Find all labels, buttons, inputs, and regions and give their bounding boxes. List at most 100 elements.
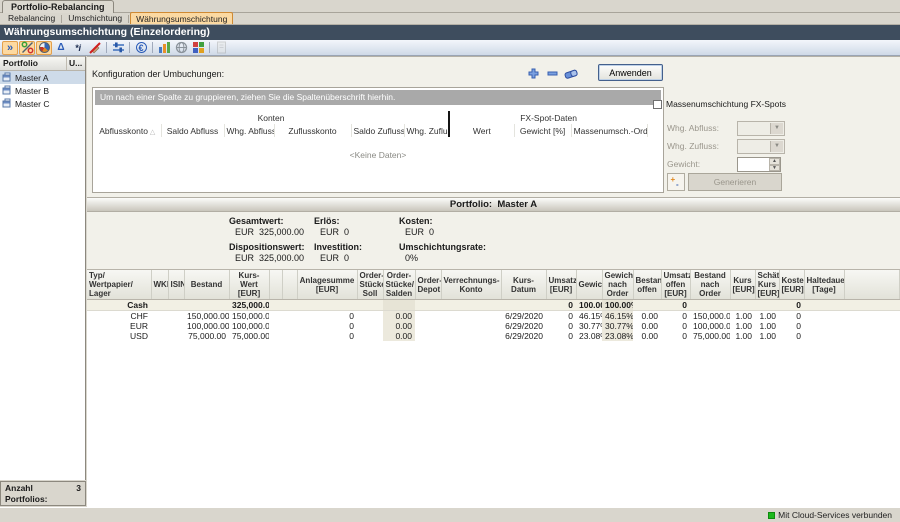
cell-22 xyxy=(804,321,844,331)
cell-9: 0.00 xyxy=(383,311,415,322)
cell-21: 0 xyxy=(779,311,804,322)
pos-col-kosten-eur[interactable]: Kosten[EUR] xyxy=(779,270,804,300)
config-col-saldo-zufluss[interactable]: Saldo Zufluss xyxy=(351,124,404,137)
cell-14: 23.08% xyxy=(576,331,602,341)
eraser-icon[interactable] xyxy=(563,66,579,80)
sort-asc-icon: △ xyxy=(148,129,155,136)
config-header-row: Abflusskonto △Saldo AbflussWhg. AbflussZ… xyxy=(94,124,662,137)
tab-umschichtung[interactable]: Umschichtung xyxy=(63,13,127,24)
config-col-whg-zufluss[interactable]: Whg. Zufluss xyxy=(404,124,449,137)
grid-colors-icon[interactable] xyxy=(190,41,206,55)
summary-erl-s: Erlös:EUR 0 xyxy=(314,216,399,242)
rebalance-icon[interactable] xyxy=(19,41,35,55)
cell-17: 0 xyxy=(661,321,690,331)
pos-col-bestand-offen[interactable]: Bestandoffen xyxy=(633,270,661,300)
globe-icon[interactable] xyxy=(173,41,189,55)
portfolio-list: Master AMaster BMaster C xyxy=(0,71,85,110)
pos-col-sch-tz-kurs-eur[interactable]: Schätz-Kurs[EUR] xyxy=(755,270,779,300)
cell-20: 1.00 xyxy=(755,321,779,331)
config-col-zuflusskonto[interactable]: Zuflusskonto xyxy=(274,124,351,137)
cell-2 xyxy=(168,300,184,311)
config-col-whg-abfluss[interactable]: Whg. Abfluss xyxy=(224,124,274,137)
pos-col-verrechnungs-konto[interactable]: Verrechnungs-Konto xyxy=(441,270,501,300)
cell-15: 46.15% xyxy=(602,311,633,322)
pos-col-kurs-datum[interactable]: Kurs-Datum xyxy=(501,270,546,300)
pos-col-order-depot[interactable]: Order-Depot xyxy=(415,270,441,300)
config-col-saldo-abfluss[interactable]: Saldo Abfluss xyxy=(161,124,224,137)
pos-col-bestand[interactable]: Bestand xyxy=(184,270,229,300)
cell-21: 0 xyxy=(779,331,804,341)
pos-col-order-st-cke-soll[interactable]: Order-StückeSoll xyxy=(357,270,383,300)
config-table: KontenFX-Spot-DatenAbflusskonto △Saldo A… xyxy=(94,111,662,137)
tab-waehrungsumschichtung[interactable]: Währungsumschichtung xyxy=(130,12,233,24)
expand-icon[interactable]: » xyxy=(2,41,18,55)
info-icon[interactable]: *i xyxy=(70,41,86,55)
config-col-gewicht[interactable]: Gewicht [%] xyxy=(514,124,571,137)
delta-icon[interactable]: Δ xyxy=(53,41,69,55)
pos-col-isin[interactable]: ISIN xyxy=(168,270,184,300)
cell-21: 0 xyxy=(779,321,804,331)
cell-16: 0.00 xyxy=(633,331,661,341)
pos-col-gewicht-nach-order[interactable]: GewichtnachOrder xyxy=(602,270,633,300)
spinner-down-icon: ▼ xyxy=(769,165,780,172)
cell-8 xyxy=(357,300,383,311)
pos-col-haltedauer-tage[interactable]: Haltedauer[Tage] xyxy=(804,270,844,300)
cell-0: CHF xyxy=(87,311,151,322)
fx-spots-checkbox[interactable] xyxy=(653,100,662,109)
pos-col-kurs-eur[interactable]: Kurs[EUR] xyxy=(730,270,755,300)
toolbar-separator xyxy=(129,42,130,53)
tab-rebalancing[interactable]: Rebalancing xyxy=(3,13,60,24)
portfolio-header: Portfolio: Master A xyxy=(87,197,900,212)
bar-chart-icon[interactable] xyxy=(156,41,172,55)
pos-col-gewicht[interactable]: Gewicht xyxy=(576,270,602,300)
position-row-usd[interactable]: USD75,000.0075,000.0000.006/29/2020023.0… xyxy=(87,331,900,341)
cell-1 xyxy=(151,331,168,341)
pos-col-typ-wertpapier-lager[interactable]: Typ/Wertpapier/ Lager xyxy=(87,270,151,300)
config-col-wert[interactable]: Wert xyxy=(449,124,514,137)
cell-22 xyxy=(804,311,844,322)
pos-col-umsatz-offen-eur[interactable]: Umsatzoffen[EUR] xyxy=(661,270,690,300)
position-row-eur[interactable]: EUR100,000.00100,000.0000.006/29/2020030… xyxy=(87,321,900,331)
toolbar-separator xyxy=(209,42,210,53)
no-edit-icon[interactable] xyxy=(87,41,103,55)
config-col-abflusskonto[interactable]: Abflusskonto △ xyxy=(94,124,161,137)
cell-18: 100,000.00 xyxy=(690,321,730,331)
sidebar-column-portfolio[interactable]: Portfolio xyxy=(0,57,67,70)
fx-field-whg-abfluss: Whg. Abfluss:▼ xyxy=(667,121,719,136)
generate-button: Generieren xyxy=(688,173,782,191)
config-col-massenumsch-order[interactable]: Massenumsch.-Order xyxy=(571,124,647,137)
summary-dispositionswert: Dispositionswert:EUR 325,000.00 xyxy=(229,242,314,268)
cell-8 xyxy=(357,311,383,322)
sidebar-item-master-a[interactable]: Master A xyxy=(0,71,85,84)
pos-col-umsatz-eur[interactable]: Umsatz[EUR] xyxy=(546,270,576,300)
cell-5 xyxy=(269,321,282,331)
cell-filler xyxy=(844,300,900,311)
chevron-down-icon: ▼ xyxy=(770,123,783,134)
position-row-chf[interactable]: CHF150,000.00150,000.0000.006/29/2020046… xyxy=(87,311,900,322)
cell-12: 6/29/2020 xyxy=(501,321,546,331)
sidebar-item-master-b[interactable]: Master B xyxy=(0,84,85,97)
tab-portfolio-rebalancing[interactable]: Portfolio-Rebalancing xyxy=(2,0,114,13)
sidebar-item-master-c[interactable]: Master C xyxy=(0,97,85,110)
pos-col-blank-5[interactable] xyxy=(269,270,282,300)
pos-col-order-st-cke-salden[interactable]: Order-Stücke/Salden xyxy=(383,270,415,300)
pos-col-kurs-wert-eur[interactable]: Kurs-Wert[EUR] xyxy=(229,270,269,300)
cell-12: 6/29/2020 xyxy=(501,331,546,341)
sidebar-column-u[interactable]: U... xyxy=(67,57,85,70)
portfolio-icon xyxy=(2,85,12,97)
summary-label: Investition: xyxy=(314,242,399,252)
pie-chart-icon[interactable] xyxy=(36,41,52,55)
pos-col-blank-6[interactable] xyxy=(282,270,297,300)
apply-button[interactable]: Anwenden xyxy=(598,64,663,81)
summary-value: EUR 0 xyxy=(314,253,399,263)
euro-icon[interactable]: € xyxy=(133,41,149,55)
pos-col-anlagesumme-eur[interactable]: Anlagesumme[EUR] xyxy=(297,270,357,300)
add-row-icon[interactable] xyxy=(525,66,541,80)
cell-6 xyxy=(282,311,297,322)
cell-22 xyxy=(804,331,844,341)
pos-col-bestand-nach-order[interactable]: BestandnachOrder xyxy=(690,270,730,300)
sliders-icon[interactable] xyxy=(110,41,126,55)
pos-col-wkn[interactable]: WKN xyxy=(151,270,168,300)
position-row-cash[interactable]: Cash325,000.000100.00%100.00%00 xyxy=(87,300,900,311)
remove-row-icon[interactable] xyxy=(544,66,560,80)
